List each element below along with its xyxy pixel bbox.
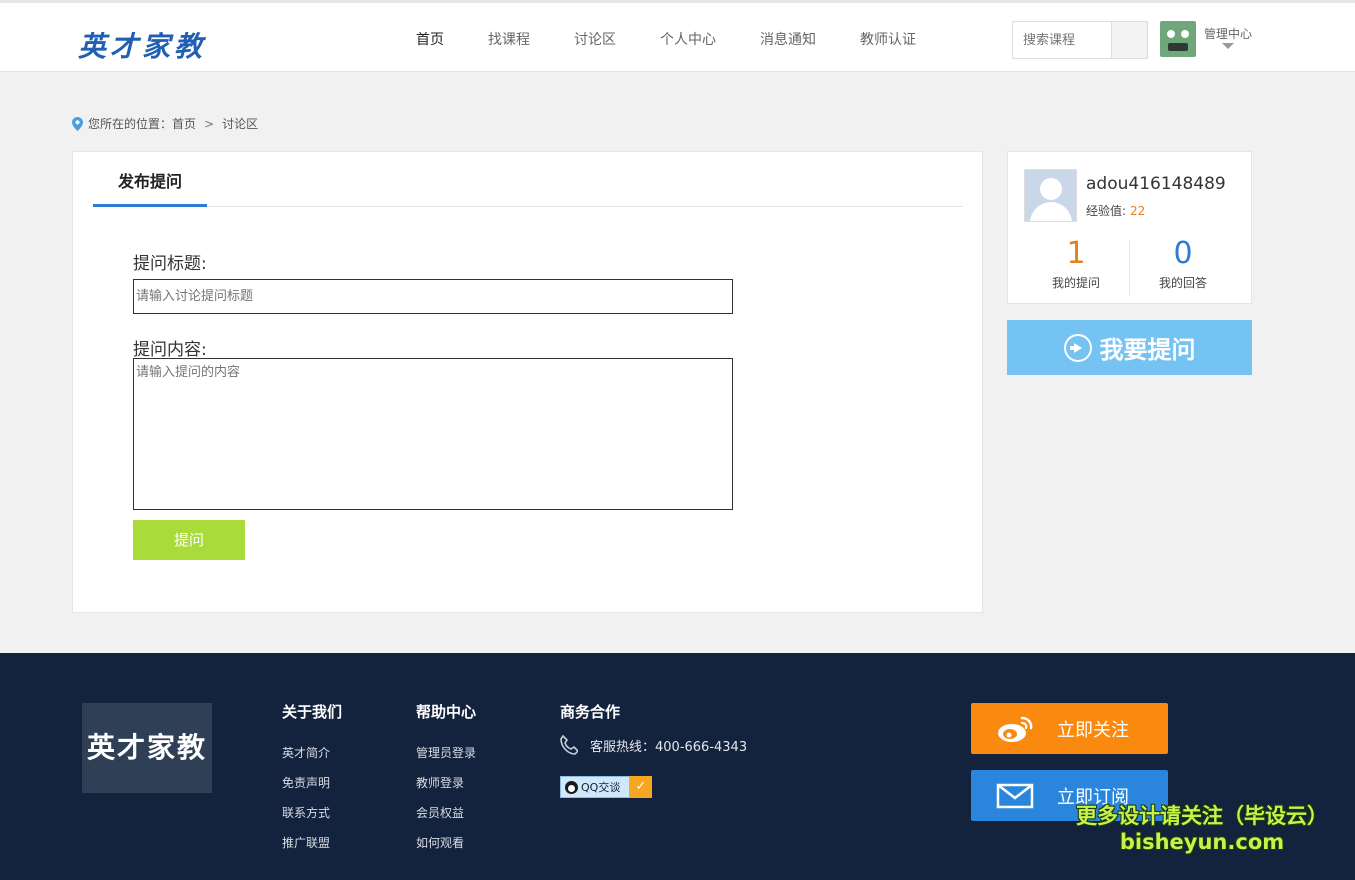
answers-caption: 我的回答: [1158, 276, 1207, 290]
question-content-textarea[interactable]: [133, 358, 733, 510]
breadcrumb-current: 讨论区: [222, 117, 259, 131]
breadcrumb-home[interactable]: 首页: [172, 115, 196, 132]
hotline-text: 客服热线：400-666-4343: [590, 739, 748, 755]
breadcrumb-prefix: 您所在的位置：: [88, 117, 173, 131]
chevron-down-icon[interactable]: [1222, 43, 1234, 49]
main-nav: 首页 找课程 讨论区 个人中心 消息通知 教师认证: [416, 29, 960, 49]
questions-caption: 我的提问: [1051, 276, 1100, 290]
footer-business-title: 商务合作: [560, 703, 621, 721]
footer-about-title: 关于我们: [282, 703, 343, 721]
ask-question-panel: 发布提问 提问标题: 提问内容: 提问: [72, 151, 983, 613]
avatar-head-icon: [1040, 178, 1062, 200]
footer-link[interactable]: 免责声明: [282, 768, 342, 798]
mail-icon: [996, 783, 1034, 808]
user-card: adou416148489 经验值: 22 1 我的提问 0 我的回答: [1007, 151, 1252, 304]
ask-question-button[interactable]: 我要提问: [1007, 320, 1252, 375]
title-label: 提问标题:: [133, 254, 207, 274]
answers-count: 0: [1173, 236, 1193, 271]
ask-question-label: 我要提问: [1099, 336, 1196, 364]
avatar-eye-icon: [1181, 30, 1189, 38]
qq-chat-left: QQ交谈: [560, 776, 630, 798]
content-label: 提问内容:: [133, 340, 207, 360]
footer-logo: 英才家教: [82, 703, 212, 793]
nav-discussion[interactable]: 讨论区: [574, 29, 616, 49]
footer-hotline: 客服热线：400-666-4343: [560, 735, 747, 755]
site-header: 英才家教 首页 找课程 讨论区 个人中心 消息通知 教师认证 管理中心: [0, 0, 1355, 72]
tab-bar: 发布提问: [93, 152, 963, 207]
my-questions-stat[interactable]: 1 我的提问: [1022, 236, 1130, 291]
weibo-icon: [998, 716, 1033, 742]
phone-icon: [560, 735, 578, 755]
experience-value: 22: [1130, 204, 1146, 218]
watermark-line2: bisheyun.com: [1119, 830, 1285, 854]
avatar-eye-icon: [1167, 30, 1175, 38]
admin-center-link[interactable]: 管理中心: [1204, 25, 1252, 42]
qq-check-icon: ✓: [630, 776, 652, 798]
my-answers-stat[interactable]: 0 我的回答: [1129, 236, 1237, 291]
question-title-input[interactable]: [133, 279, 733, 314]
qq-penguin-icon: [565, 780, 578, 794]
watermark: 更多设计请关注（毕设云） bisheyun.com: [1072, 803, 1332, 855]
questions-count: 1: [1066, 236, 1086, 271]
location-pin-icon: [72, 116, 83, 131]
avatar-mouth-icon: [1168, 43, 1188, 51]
user-avatar[interactable]: [1024, 169, 1077, 222]
site-logo[interactable]: 英才家教: [78, 25, 206, 65]
follow-weibo-button[interactable]: 立即关注: [971, 703, 1168, 754]
nav-messages[interactable]: 消息通知: [760, 29, 816, 49]
qq-chat-badge[interactable]: QQ交谈 ✓: [560, 776, 652, 798]
tab-post-question[interactable]: 发布提问: [93, 152, 207, 207]
experience-label: 经验值:: [1086, 204, 1127, 218]
search-button[interactable]: [1112, 22, 1147, 58]
footer-link[interactable]: 推广联盟: [282, 828, 342, 858]
footer-about: 关于我们 英才简介 免责声明 联系方式 推广联盟: [282, 701, 342, 858]
nav-find-course[interactable]: 找课程: [488, 29, 530, 49]
header-avatar[interactable]: [1160, 21, 1196, 57]
footer-link[interactable]: 联系方式: [282, 798, 342, 828]
search-box: [1012, 21, 1148, 59]
qq-chat-label: QQ交谈: [581, 781, 621, 794]
footer-link[interactable]: 英才简介: [282, 738, 342, 768]
arrow-circle-right-icon: [1063, 333, 1092, 362]
nav-teacher-auth[interactable]: 教师认证: [860, 29, 916, 49]
watermark-line1: 更多设计请关注（毕设云）: [1076, 804, 1328, 828]
nav-profile[interactable]: 个人中心: [660, 29, 716, 49]
footer-link[interactable]: 会员权益: [416, 798, 476, 828]
footer-link[interactable]: 如何观看: [416, 828, 476, 858]
search-input[interactable]: [1013, 22, 1112, 58]
footer-link[interactable]: 管理员登录: [416, 738, 476, 768]
footer-link[interactable]: 教师登录: [416, 768, 476, 798]
submit-question-button[interactable]: 提问: [133, 520, 245, 560]
breadcrumb: 您所在的位置： 首页 > 讨论区: [72, 115, 258, 132]
avatar-body-icon: [1030, 202, 1072, 221]
username: adou416148489: [1086, 174, 1226, 194]
nav-home[interactable]: 首页: [416, 29, 444, 49]
breadcrumb-separator: >: [204, 116, 215, 131]
experience: 经验值: 22: [1086, 202, 1145, 219]
follow-label: 立即关注: [1057, 719, 1129, 741]
footer-help-title: 帮助中心: [416, 703, 477, 721]
footer-business: 商务合作: [560, 701, 620, 738]
footer-help: 帮助中心 管理员登录 教师登录 会员权益 如何观看: [416, 701, 476, 858]
